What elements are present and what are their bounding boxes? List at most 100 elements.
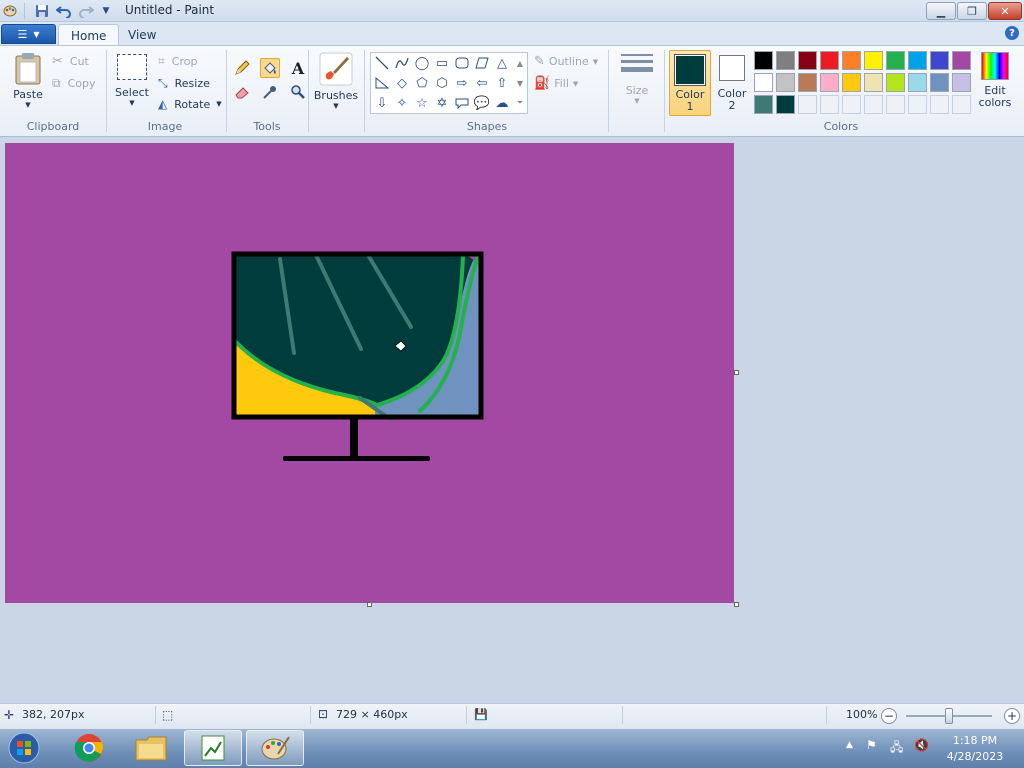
show-hidden-icons-icon[interactable]: ▲ bbox=[846, 740, 853, 750]
triangle-shape-icon[interactable]: △ bbox=[493, 54, 511, 72]
palette-color-swatch[interactable] bbox=[776, 51, 795, 70]
shapes-scroll-up-icon[interactable]: ▲ bbox=[513, 54, 527, 72]
palette-custom-empty-swatch[interactable] bbox=[886, 95, 905, 114]
taskbar-paint[interactable] bbox=[246, 730, 304, 766]
palette-custom-empty-swatch[interactable] bbox=[908, 95, 927, 114]
volume-icon[interactable]: 🔇 bbox=[914, 738, 929, 752]
palette-color-swatch[interactable] bbox=[776, 73, 795, 92]
select-button[interactable]: Select ▼ bbox=[113, 54, 151, 107]
paint-menu-button[interactable]: ☰ ▼ bbox=[1, 24, 56, 44]
drawing-canvas[interactable] bbox=[5, 143, 734, 603]
action-center-icon[interactable]: ⚑ bbox=[866, 738, 877, 752]
minimize-button[interactable]: ▁ bbox=[926, 2, 956, 20]
paint-app-icon[interactable] bbox=[2, 3, 18, 19]
save-icon[interactable] bbox=[34, 3, 50, 19]
text-icon[interactable]: A bbox=[288, 58, 308, 78]
magnifier-icon[interactable] bbox=[288, 82, 308, 102]
palette-color-swatch[interactable] bbox=[930, 73, 949, 92]
resize-handle-corner[interactable] bbox=[734, 602, 739, 607]
resize-handle-right[interactable] bbox=[734, 370, 739, 375]
redo-icon[interactable] bbox=[78, 3, 94, 19]
shapes-scroll-down-icon[interactable]: ▼ bbox=[513, 74, 527, 92]
size-button[interactable]: Size ▼ bbox=[616, 52, 658, 105]
hexagon-shape-icon[interactable]: ⬡ bbox=[433, 74, 451, 92]
fill-button[interactable]: ⛽ Fill ▼ bbox=[534, 76, 578, 91]
zoom-out-button[interactable]: − bbox=[881, 708, 897, 724]
network-icon[interactable]: 🖧 bbox=[890, 738, 903, 759]
palette-color-swatch[interactable] bbox=[776, 95, 795, 114]
eraser-icon[interactable] bbox=[232, 82, 252, 102]
taskbar-file-explorer[interactable] bbox=[122, 730, 180, 766]
start-button[interactable] bbox=[4, 730, 44, 766]
line-shape-icon[interactable] bbox=[373, 54, 391, 72]
rounded-rectangle-shape-icon[interactable] bbox=[453, 54, 471, 72]
color-picker-icon[interactable] bbox=[260, 82, 280, 102]
paste-button[interactable]: Paste ▼ bbox=[8, 52, 48, 109]
system-clock[interactable]: 1:18 PM 4/28/2023 bbox=[940, 733, 1010, 765]
palette-color-swatch[interactable] bbox=[886, 51, 905, 70]
tab-home[interactable]: Home bbox=[58, 24, 120, 46]
taskbar-chart-app[interactable] bbox=[184, 730, 242, 766]
curve-shape-icon[interactable] bbox=[393, 54, 411, 72]
palette-color-swatch[interactable] bbox=[930, 51, 949, 70]
copy-button[interactable]: ⧉ Copy bbox=[52, 76, 95, 91]
zoom-in-button[interactable]: + bbox=[1004, 708, 1020, 724]
six-point-star-shape-icon[interactable]: ✡ bbox=[433, 94, 451, 112]
restore-button[interactable]: ❐ bbox=[957, 2, 987, 20]
color1-button[interactable]: Color 1 bbox=[669, 50, 711, 116]
up-arrow-shape-icon[interactable]: ⇧ bbox=[493, 74, 511, 92]
down-arrow-shape-icon[interactable]: ⇩ bbox=[373, 94, 391, 112]
right-triangle-shape-icon[interactable] bbox=[373, 74, 391, 92]
outline-button[interactable]: ✎ Outline ▼ bbox=[534, 54, 598, 69]
right-arrow-shape-icon[interactable]: ⇨ bbox=[453, 74, 471, 92]
palette-color-swatch[interactable] bbox=[798, 73, 817, 92]
palette-custom-empty-swatch[interactable] bbox=[864, 95, 883, 114]
five-point-star-shape-icon[interactable]: ☆ bbox=[413, 94, 431, 112]
crop-button[interactable]: ⌗ Crop bbox=[158, 54, 197, 69]
pentagon-shape-icon[interactable]: ⬠ bbox=[413, 74, 431, 92]
undo-icon[interactable] bbox=[56, 3, 72, 19]
color2-button[interactable]: Color 2 bbox=[713, 50, 751, 116]
palette-color-swatch[interactable] bbox=[908, 51, 927, 70]
palette-color-swatch[interactable] bbox=[842, 51, 861, 70]
left-arrow-shape-icon[interactable]: ⇦ bbox=[473, 74, 491, 92]
palette-color-swatch[interactable] bbox=[754, 73, 773, 92]
palette-color-swatch[interactable] bbox=[820, 51, 839, 70]
cut-button[interactable]: ✂ Cut bbox=[52, 54, 89, 69]
fill-bucket-icon[interactable] bbox=[260, 58, 280, 78]
oval-shape-icon[interactable]: ◯ bbox=[413, 54, 431, 72]
polygon-shape-icon[interactable] bbox=[473, 54, 491, 72]
resize-button[interactable]: ⤡ Resize bbox=[158, 76, 210, 91]
cloud-callout-shape-icon[interactable]: ☁ bbox=[493, 94, 511, 112]
palette-color-swatch[interactable] bbox=[864, 73, 883, 92]
palette-color-swatch[interactable] bbox=[908, 73, 927, 92]
help-icon[interactable]: ? bbox=[1005, 26, 1019, 40]
palette-color-swatch[interactable] bbox=[820, 73, 839, 92]
pencil-icon[interactable] bbox=[232, 58, 252, 78]
close-button[interactable]: ✕ bbox=[988, 2, 1022, 20]
palette-color-swatch[interactable] bbox=[886, 73, 905, 92]
palette-custom-empty-swatch[interactable] bbox=[820, 95, 839, 114]
rectangle-shape-icon[interactable]: ▭ bbox=[433, 54, 451, 72]
zoom-slider-thumb[interactable] bbox=[945, 708, 953, 724]
four-point-star-shape-icon[interactable]: ✧ bbox=[393, 94, 411, 112]
palette-color-swatch[interactable] bbox=[798, 51, 817, 70]
palette-custom-empty-swatch[interactable] bbox=[952, 95, 971, 114]
resize-handle-bottom[interactable] bbox=[367, 602, 372, 607]
palette-color-swatch[interactable] bbox=[952, 51, 971, 70]
palette-color-swatch[interactable] bbox=[842, 73, 861, 92]
palette-custom-empty-swatch[interactable] bbox=[930, 95, 949, 114]
rounded-callout-shape-icon[interactable] bbox=[453, 94, 471, 112]
palette-color-swatch[interactable] bbox=[754, 95, 773, 114]
diamond-shape-icon[interactable]: ◇ bbox=[393, 74, 411, 92]
tab-view[interactable]: View bbox=[116, 24, 168, 46]
palette-color-swatch[interactable] bbox=[952, 73, 971, 92]
palette-color-swatch[interactable] bbox=[864, 51, 883, 70]
brushes-button[interactable]: Brushes ▼ bbox=[313, 52, 359, 110]
oval-callout-shape-icon[interactable]: 💬 bbox=[473, 94, 491, 112]
palette-custom-empty-swatch[interactable] bbox=[842, 95, 861, 114]
rotate-button[interactable]: ◭ Rotate ▼ bbox=[158, 97, 222, 111]
edit-colors-button[interactable]: Edit colors bbox=[976, 52, 1014, 109]
customize-quick-access-icon[interactable]: ▼ bbox=[98, 3, 114, 19]
shapes-expand-icon[interactable]: ⏷ bbox=[513, 94, 527, 112]
